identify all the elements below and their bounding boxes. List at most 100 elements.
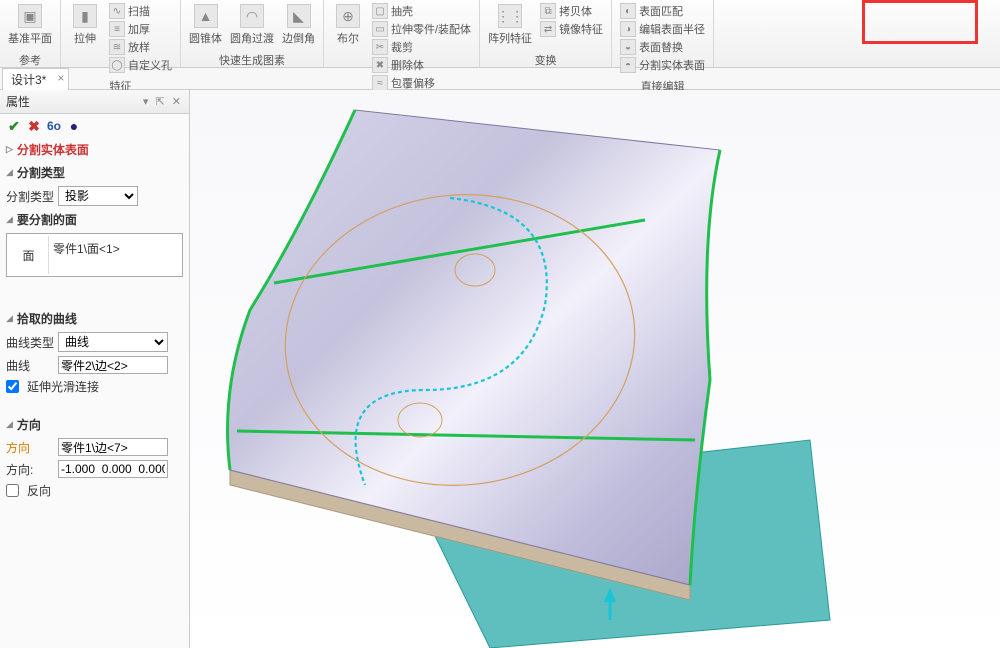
scene-svg: [190, 90, 1000, 648]
curve-type-select[interactable]: 曲线: [58, 332, 168, 352]
smooth-checkbox[interactable]: [6, 380, 19, 393]
ribbon-icon: ⊕: [336, 4, 360, 28]
ribbon-button-small[interactable]: ⇄镜像特征: [536, 20, 607, 38]
ribbon-button[interactable]: ▲圆锥体: [185, 2, 226, 48]
row-split-type: 分割类型 投影: [0, 184, 189, 208]
collapse-icon[interactable]: ◢: [6, 214, 13, 225]
faces-box[interactable]: 面 零件1\面<1>: [6, 233, 183, 277]
ribbon-button-small[interactable]: ≡加厚: [105, 20, 176, 38]
ribbon-group: ◐表面匹配◑编辑表面半径◒表面替换◓分割实体表面直接编辑: [612, 0, 714, 67]
row-direction: 方向: [0, 436, 189, 458]
ribbon-icon: ≈: [372, 75, 388, 91]
ribbon-icon: ▲: [194, 4, 218, 28]
options-icon[interactable]: ●: [66, 118, 82, 134]
ribbon-group: ⊕布尔▢抽壳▭拉伸零件/装配体✂裁剪✖删除体≈包覆偏移修改: [324, 0, 480, 67]
main: 属性 ▾ ⇱ ✕ ✔ ✖ 6o ● ▷ 分割实体表面 ◢ 分割类型 分割类型 投…: [0, 90, 1000, 648]
ribbon-icon: ▭: [372, 21, 388, 37]
ribbon-button[interactable]: ◠圆角过渡: [226, 2, 278, 48]
ribbon-button-small[interactable]: ⧉拷贝体: [536, 2, 607, 20]
curved-surface: [228, 110, 721, 585]
ribbon-icon: ▢: [372, 3, 388, 19]
ribbon-group: ▣基准平面参考: [0, 0, 61, 67]
ribbon-group-label: 快速生成图素: [181, 50, 323, 71]
document-tab-active[interactable]: 设计3* ×: [2, 68, 69, 90]
ribbon-icon: ◯: [109, 57, 125, 73]
split-type-label: 分割类型: [6, 188, 54, 205]
ribbon-icon: ⋮⋮: [498, 4, 522, 28]
row-vector: 方向:: [0, 458, 189, 480]
ribbon-icon: ◠: [240, 4, 264, 28]
ribbon-icon: ⇄: [540, 21, 556, 37]
split-type-select[interactable]: 投影: [58, 186, 138, 206]
reverse-label: 反向: [27, 482, 51, 499]
ribbon-button[interactable]: ◣边倒角: [278, 2, 319, 48]
ribbon-button-small[interactable]: ◓分割实体表面: [616, 56, 709, 74]
ribbon-icon: ▮: [73, 4, 97, 28]
ribbon-icon: ◓: [620, 57, 636, 73]
collapse-icon[interactable]: ▷: [6, 144, 13, 155]
curve-name-input[interactable]: [58, 356, 168, 374]
ribbon-icon: ◣: [287, 4, 311, 28]
collapse-icon[interactable]: ◢: [6, 313, 13, 324]
ribbon-group-label: 变换: [480, 50, 611, 71]
faces-field-label: 面: [9, 236, 49, 274]
row-curve-name: 曲线: [0, 354, 189, 376]
ribbon-icon: ◒: [620, 39, 636, 55]
close-icon[interactable]: ×: [57, 71, 64, 85]
ribbon-icon: ✖: [372, 57, 388, 73]
ribbon-group: ▮拉伸∿扫描≡加厚≋放样◯自定义孔特征: [61, 0, 181, 67]
ribbon-button-small[interactable]: ✂裁剪: [368, 38, 475, 56]
section-split-type: ◢ 分割类型: [0, 161, 189, 184]
cancel-icon[interactable]: ✖: [26, 118, 42, 134]
section-faces: ◢ 要分割的面: [0, 208, 189, 231]
ribbon-group: ▲圆锥体◠圆角过渡◣边倒角快速生成图素: [181, 0, 324, 67]
highlight-split-face: [862, 0, 978, 44]
curve-name-label: 曲线: [6, 357, 54, 374]
ribbon-button[interactable]: ⊕布尔: [328, 2, 368, 48]
vector-input[interactable]: [58, 460, 168, 478]
ribbon-button[interactable]: ▣基准平面: [4, 2, 56, 48]
ok-icon[interactable]: ✔: [6, 118, 22, 134]
ribbon-button-small[interactable]: ◐表面匹配: [616, 2, 709, 20]
ribbon-button[interactable]: ⋮⋮阵列特征: [484, 2, 536, 48]
direction-label: 方向: [6, 439, 54, 456]
section-curve: ◢ 拾取的曲线: [0, 307, 189, 330]
row-curve-type: 曲线类型 曲线: [0, 330, 189, 354]
row-reverse: 反向: [0, 480, 189, 501]
ribbon-button[interactable]: ▮拉伸: [65, 2, 105, 48]
panel-controls[interactable]: ▾ ⇱ ✕: [143, 95, 183, 108]
faces-value: 零件1\面<1>: [49, 236, 180, 274]
ribbon-button-small[interactable]: ▢抽壳: [368, 2, 475, 20]
smooth-label: 延伸光滑连接: [27, 378, 99, 395]
feature-name: ▷ 分割实体表面: [0, 138, 189, 161]
vector-label: 方向:: [6, 461, 54, 478]
ribbon-button-small[interactable]: ∿扫描: [105, 2, 176, 20]
ribbon-icon: ✂: [372, 39, 388, 55]
reverse-checkbox[interactable]: [6, 484, 19, 497]
ribbon-button-small[interactable]: ◒表面替换: [616, 38, 709, 56]
direction-input[interactable]: [58, 438, 168, 456]
ribbon-icon: ≋: [109, 39, 125, 55]
ribbon-icon: ≡: [109, 21, 125, 37]
ribbon-button-small[interactable]: ▭拉伸零件/装配体: [368, 20, 475, 38]
collapse-icon[interactable]: ◢: [6, 419, 13, 430]
collapse-icon[interactable]: ◢: [6, 167, 13, 178]
ribbon-icon: ◑: [620, 21, 636, 37]
ribbon: ▣基准平面参考▮拉伸∿扫描≡加厚≋放样◯自定义孔特征▲圆锥体◠圆角过渡◣边倒角快…: [0, 0, 1000, 68]
ribbon-button-small[interactable]: ◯自定义孔: [105, 56, 176, 74]
ribbon-button-small[interactable]: ✖删除体: [368, 56, 475, 74]
ribbon-icon: ◐: [620, 3, 636, 19]
properties-panel: 属性 ▾ ⇱ ✕ ✔ ✖ 6o ● ▷ 分割实体表面 ◢ 分割类型 分割类型 投…: [0, 90, 190, 648]
curve-type-label: 曲线类型: [6, 334, 54, 351]
preview-icon[interactable]: 6o: [46, 118, 62, 134]
ribbon-icon: ⧉: [540, 3, 556, 19]
ribbon-group: ⋮⋮阵列特征⧉拷贝体⇄镜像特征变换: [480, 0, 612, 67]
confirm-toolbar: ✔ ✖ 6o ●: [0, 114, 189, 138]
properties-title: 属性: [6, 93, 30, 110]
section-direction: ◢ 方向: [0, 413, 189, 436]
ribbon-button-small[interactable]: ◑编辑表面半径: [616, 20, 709, 38]
tab-label: 设计3*: [11, 73, 46, 87]
viewport-3d[interactable]: [190, 90, 1000, 648]
ribbon-button-small[interactable]: ≋放样: [105, 38, 176, 56]
row-smooth: 延伸光滑连接: [0, 376, 189, 397]
